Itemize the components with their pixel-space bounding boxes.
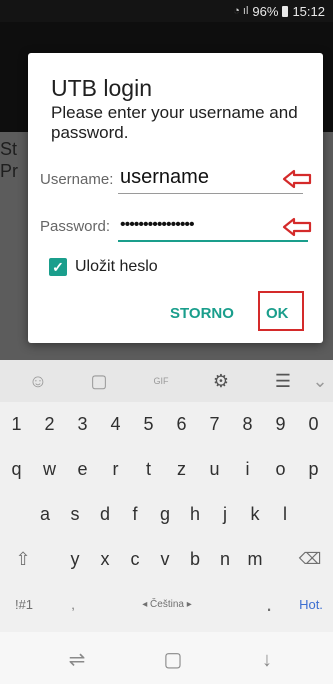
gear-icon[interactable]: ⚙ <box>208 369 234 393</box>
key[interactable]: k <box>240 494 270 534</box>
dialog-title: UTB login <box>51 75 152 101</box>
shift-key-icon[interactable]: ⇧ <box>4 539 42 579</box>
app-partial-text: St Pr <box>0 138 18 182</box>
checkmark-icon: ✓ <box>52 259 64 275</box>
key[interactable]: 2 <box>33 404 66 444</box>
key[interactable]: r <box>99 449 132 489</box>
key[interactable]: i <box>231 449 264 489</box>
key[interactable]: d <box>90 494 120 534</box>
key[interactable]: y <box>60 539 90 579</box>
key[interactable]: 7 <box>198 404 231 444</box>
key[interactable]: q <box>0 449 33 489</box>
wifi-signal-icon: ◔ ıl <box>233 5 249 17</box>
ok-button[interactable]: OK <box>266 305 289 322</box>
home-icon[interactable]: ▢ <box>158 648 188 672</box>
key[interactable]: o <box>264 449 297 489</box>
key[interactable]: 5 <box>132 404 165 444</box>
password-underline <box>118 240 308 242</box>
backspace-key-icon[interactable]: ⌫ <box>290 539 330 579</box>
chevron-down-icon[interactable]: ⌄ <box>310 369 330 393</box>
save-password-label[interactable]: Uložit heslo <box>75 258 158 276</box>
battery-level: 96% <box>252 3 279 19</box>
key[interactable]: s <box>60 494 90 534</box>
dialog-message: Please enter your username and password. <box>51 103 298 142</box>
annotation-arrow-icon <box>282 169 312 189</box>
battery-icon <box>282 5 289 17</box>
key[interactable]: a <box>30 494 60 534</box>
clipboard-icon[interactable]: ☰ <box>270 369 296 393</box>
key[interactable]: z <box>165 449 198 489</box>
key[interactable]: h <box>180 494 210 534</box>
comma-key[interactable]: , <box>58 584 88 624</box>
cancel-button[interactable]: STORNO <box>170 305 234 322</box>
login-dialog: UTB login Please enter your username and… <box>28 53 323 343</box>
key[interactable]: 3 <box>66 404 99 444</box>
key[interactable]: n <box>210 539 240 579</box>
status-bar: ◔ ıl 96% 15:12 <box>0 0 333 22</box>
enter-key[interactable]: Hot. <box>292 584 330 624</box>
key[interactable]: e <box>66 449 99 489</box>
symbols-key[interactable]: !#1 <box>4 584 44 624</box>
recent-apps-icon[interactable]: ⇌ <box>62 648 92 672</box>
clock: 15:12 <box>292 3 325 19</box>
key[interactable]: j <box>210 494 240 534</box>
key[interactable]: x <box>90 539 120 579</box>
key[interactable]: 0 <box>297 404 330 444</box>
password-label: Password: <box>40 218 111 235</box>
key[interactable]: 9 <box>264 404 297 444</box>
username-label: Username: <box>40 171 114 188</box>
key[interactable]: 6 <box>165 404 198 444</box>
key[interactable]: g <box>150 494 180 534</box>
period-key[interactable]: . <box>254 584 284 624</box>
space-key[interactable]: ◂ Čeština ▸ <box>92 584 242 624</box>
back-icon[interactable]: ↓ <box>252 648 282 672</box>
key[interactable]: l <box>270 494 300 534</box>
key[interactable]: v <box>150 539 180 579</box>
key[interactable]: u <box>198 449 231 489</box>
key[interactable]: f <box>120 494 150 534</box>
key[interactable]: c <box>120 539 150 579</box>
app-partial-text-line: Pr <box>0 161 18 181</box>
key[interactable]: 1 <box>0 404 33 444</box>
key[interactable]: p <box>297 449 330 489</box>
key[interactable]: b <box>180 539 210 579</box>
smiley-icon[interactable]: ☺ <box>25 369 51 393</box>
gif-icon[interactable]: GIF <box>148 369 174 393</box>
username-underline <box>118 193 303 194</box>
save-password-checkbox[interactable]: ✓ <box>49 258 67 276</box>
annotation-arrow-icon <box>282 217 312 237</box>
key[interactable]: 8 <box>231 404 264 444</box>
key[interactable]: t <box>132 449 165 489</box>
app-partial-text-line: St <box>0 139 18 159</box>
password-input[interactable] <box>120 214 270 236</box>
username-input[interactable] <box>120 164 270 190</box>
key[interactable]: w <box>33 449 66 489</box>
sticker-icon[interactable]: ▢ <box>86 369 112 393</box>
key[interactable]: 4 <box>99 404 132 444</box>
key[interactable]: m <box>240 539 270 579</box>
